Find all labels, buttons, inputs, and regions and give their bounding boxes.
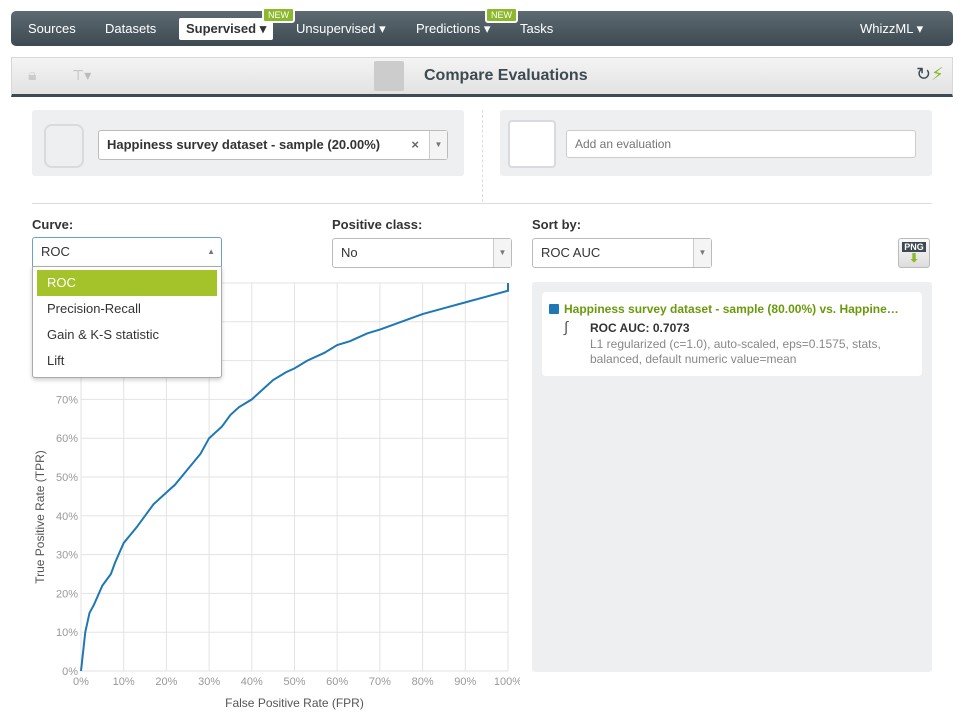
curve-option-lift[interactable]: Lift: [37, 348, 217, 374]
x-tick-label: 70%: [369, 676, 391, 688]
divider: [32, 203, 932, 204]
add-evaluation-input[interactable]: [566, 130, 916, 158]
x-tick-label: 20%: [155, 676, 177, 688]
curve-select-value: ROC: [41, 244, 70, 259]
evaluation-icon: [508, 120, 556, 168]
dataset-panel: Happiness survey dataset - sample (20.00…: [32, 110, 464, 176]
png-download-button[interactable]: PNG ⬇: [898, 238, 930, 268]
sort-by-value: ROC AUC: [541, 245, 601, 260]
y-tick-label: 60%: [56, 433, 78, 445]
nav-sources[interactable]: Sources: [28, 11, 76, 46]
x-axis-label: False Positive Rate (FPR): [225, 696, 364, 710]
x-tick-label: 60%: [326, 676, 348, 688]
clear-icon[interactable]: ×: [411, 131, 419, 159]
legend-details: L1 regularized (c=1.0), auto-scaled, eps…: [590, 337, 881, 366]
compare-evaluations-icon: [374, 61, 404, 91]
nav-unsupervised[interactable]: Unsupervised ▾: [296, 11, 386, 46]
y-axis-label: True Positive Rate (TPR): [33, 450, 47, 584]
nav-predictions[interactable]: Predictions ▾: [416, 11, 490, 46]
lock-icon[interactable]: 🔒︎: [28, 67, 37, 85]
y-tick-label: 70%: [56, 394, 78, 406]
legend-name: Happiness survey dataset - sample (80.00…: [564, 302, 899, 316]
chevron-down-icon: ▼: [693, 239, 711, 267]
y-tick-label: 20%: [56, 588, 78, 600]
x-tick-label: 80%: [412, 676, 434, 688]
nav-whizzml[interactable]: WhizzML ▾: [860, 11, 923, 46]
nav-datasets[interactable]: Datasets: [105, 11, 156, 46]
dataset-select[interactable]: Happiness survey dataset - sample (20.00…: [98, 130, 448, 160]
y-tick-label: 50%: [56, 472, 78, 484]
curve-option-gain-ks[interactable]: Gain & K-S statistic: [37, 322, 217, 348]
chevron-down-icon: ▼: [493, 239, 511, 267]
y-tick-label: 40%: [56, 511, 78, 523]
page-title: Compare Evaluations: [424, 67, 588, 84]
new-badge: NEW: [262, 7, 295, 23]
curve-option-precision-recall[interactable]: Precision-Recall: [37, 296, 217, 322]
sort-by-label: Sort by:: [532, 217, 582, 232]
curve-icon: ∫: [564, 319, 569, 336]
y-tick-label: 10%: [56, 627, 78, 639]
x-tick-label: 50%: [283, 676, 305, 688]
legend-panel: Happiness survey dataset - sample (80.00…: [532, 282, 932, 672]
toolbar: 🔒︎ ⊤▾ Compare Evaluations ↻⚡︎: [11, 57, 953, 97]
dataset-icon: [44, 124, 84, 168]
download-arrow-icon: ⬇: [908, 251, 920, 265]
positive-class-select[interactable]: No ▼: [332, 238, 512, 268]
x-tick-label: 40%: [241, 676, 263, 688]
actions-lightning-icon[interactable]: ↻⚡︎: [916, 64, 944, 85]
nav-supervised[interactable]: Supervised ▾: [179, 18, 274, 40]
chevron-up-icon: ▲: [207, 247, 215, 256]
nav-tasks[interactable]: Tasks: [520, 11, 553, 46]
legend-item[interactable]: Happiness survey dataset - sample (80.00…: [542, 292, 922, 376]
divider: [482, 110, 483, 202]
x-tick-label: 30%: [198, 676, 220, 688]
evaluation-panel: [500, 110, 932, 176]
x-tick-label: 100%: [494, 676, 520, 688]
positive-class-label: Positive class:: [332, 217, 423, 232]
nav-unsupervised-label: Unsupervised: [296, 21, 376, 36]
y-tick-label: 30%: [56, 550, 78, 562]
legend-metric: ROC AUC: 0.7073: [590, 321, 690, 335]
positive-class-value: No: [341, 245, 358, 260]
new-badge: NEW: [485, 7, 518, 23]
curve-dropdown-menu: ROC Precision-Recall Gain & K-S statisti…: [32, 266, 222, 378]
nav-whizzml-label: WhizzML: [860, 21, 913, 36]
chevron-down-icon[interactable]: ▼: [429, 131, 447, 159]
x-tick-label: 90%: [454, 676, 476, 688]
curve-label: Curve:: [32, 217, 74, 232]
model-tree-icon[interactable]: ⊤▾: [72, 67, 91, 84]
x-tick-label: 10%: [113, 676, 135, 688]
nav-supervised-label: Supervised: [186, 21, 257, 36]
nav-predictions-label: Predictions: [416, 21, 481, 36]
sort-by-select[interactable]: ROC AUC ▼: [532, 238, 712, 268]
top-nav: Sources Datasets Supervised ▾ NEW Unsupe…: [11, 7, 953, 46]
y-tick-label: 0%: [62, 666, 78, 678]
curve-select[interactable]: ROC ▲: [32, 237, 222, 267]
curve-option-roc[interactable]: ROC: [37, 270, 217, 296]
series-color-swatch: [549, 304, 559, 314]
dataset-select-value: Happiness survey dataset - sample (20.00…: [107, 137, 381, 152]
